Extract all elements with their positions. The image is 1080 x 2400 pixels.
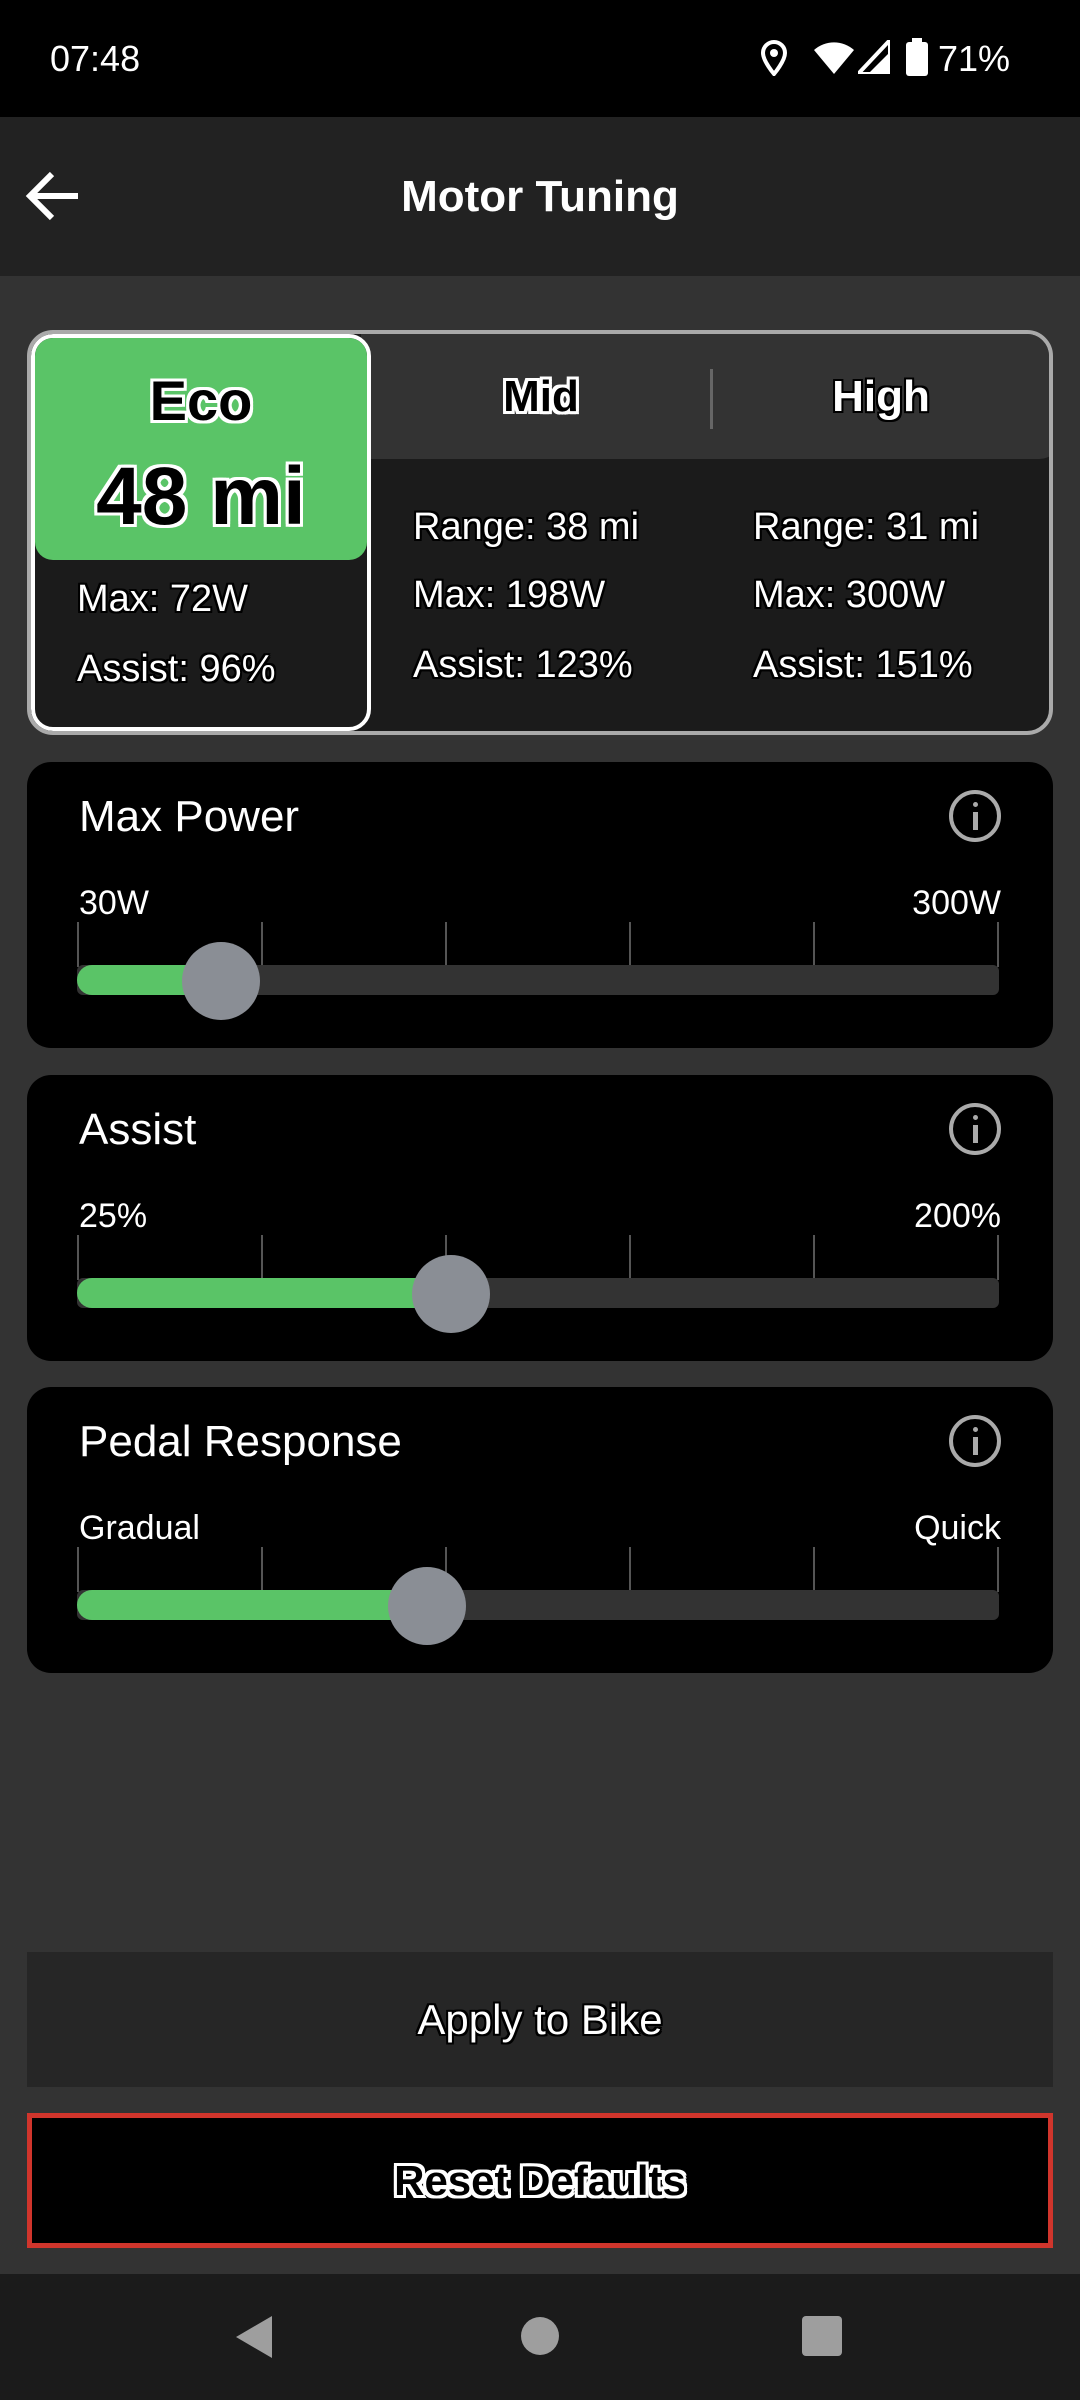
assist-card: Assist 25% 200% bbox=[27, 1075, 1053, 1361]
slider-tick bbox=[629, 1547, 631, 1592]
nav-back-icon[interactable] bbox=[234, 2314, 274, 2360]
slider-tick bbox=[77, 1235, 79, 1280]
slider-track[interactable] bbox=[77, 1278, 999, 1308]
mode-selector: Eco 48 mi Max: 72W Assist: 96% Mid Range… bbox=[27, 330, 1053, 735]
mode-high[interactable]: High Range: 31 mi Max: 300W Assist: 151% bbox=[711, 334, 1049, 731]
mode-assist: Assist: 96% bbox=[77, 648, 276, 690]
slider-tick bbox=[629, 1235, 631, 1280]
slider-tick bbox=[813, 922, 815, 967]
slider-tick bbox=[261, 922, 263, 967]
mode-range: Range: 38 mi bbox=[413, 506, 640, 548]
mode-label: High bbox=[832, 372, 930, 421]
info-icon[interactable] bbox=[949, 790, 1001, 842]
slider-title: Pedal Response bbox=[79, 1417, 402, 1466]
wifi-icon bbox=[814, 42, 854, 74]
slider-title: Max Power bbox=[79, 792, 300, 841]
slider-thumb[interactable] bbox=[388, 1567, 467, 1645]
location-icon bbox=[760, 40, 788, 76]
mode-max: Max: 300W bbox=[753, 574, 946, 616]
reset-defaults-button[interactable]: Reset Defaults bbox=[27, 2113, 1053, 2248]
mode-max: Max: 72W bbox=[77, 578, 249, 620]
info-icon[interactable] bbox=[949, 1103, 1001, 1155]
apply-to-bike-button[interactable]: Apply to Bike bbox=[27, 1952, 1053, 2087]
slider-min-label: 25% bbox=[79, 1197, 148, 1235]
slider-title: Assist bbox=[79, 1105, 197, 1154]
slider-track[interactable] bbox=[77, 1590, 999, 1620]
navigation-bar bbox=[0, 2274, 1080, 2400]
signal-icon bbox=[858, 40, 890, 74]
slider-tick bbox=[997, 1235, 999, 1280]
slider-tick bbox=[813, 1235, 815, 1280]
slider-tick bbox=[261, 1547, 263, 1592]
slider-tick bbox=[77, 922, 79, 967]
mode-assist: Assist: 151% bbox=[753, 644, 973, 686]
nav-recents-icon[interactable] bbox=[802, 2316, 842, 2356]
slider-tick bbox=[261, 1235, 263, 1280]
slider-tick bbox=[997, 922, 999, 967]
mode-mid[interactable]: Mid Range: 38 mi Max: 198W Assist: 123% bbox=[371, 334, 711, 731]
status-time: 07:48 bbox=[50, 38, 141, 79]
nav-home-icon[interactable] bbox=[520, 2316, 560, 2356]
slider-min-label: Gradual bbox=[79, 1509, 200, 1547]
battery-icon bbox=[906, 38, 928, 76]
mode-max: Max: 198W bbox=[413, 574, 606, 616]
slider-max-label: 200% bbox=[914, 1197, 1001, 1235]
slider-tick bbox=[445, 922, 447, 967]
mode-range: Range: 31 mi bbox=[753, 506, 980, 548]
pedal-response-card: Pedal Response Gradual Quick bbox=[27, 1387, 1053, 1673]
mode-label: Eco bbox=[149, 369, 253, 432]
page-title: Motor Tuning bbox=[401, 172, 679, 221]
mode-range: 48 mi bbox=[96, 451, 306, 542]
mode-eco[interactable]: Eco 48 mi Max: 72W Assist: 96% bbox=[31, 334, 371, 731]
app-bar: Motor Tuning bbox=[0, 117, 1080, 276]
slider-fill bbox=[77, 1590, 428, 1620]
slider-fill bbox=[77, 1278, 452, 1308]
max-power-card: Max Power 30W 300W bbox=[27, 762, 1053, 1048]
battery-percent: 71% bbox=[938, 38, 1011, 79]
slider-thumb[interactable] bbox=[181, 942, 260, 1020]
slider-thumb[interactable] bbox=[412, 1255, 491, 1333]
status-bar: 07:48 71% bbox=[0, 0, 1080, 117]
slider-tick bbox=[813, 1547, 815, 1592]
slider-min-label: 30W bbox=[79, 884, 149, 922]
slider-tick bbox=[629, 922, 631, 967]
info-icon[interactable] bbox=[949, 1415, 1001, 1467]
mode-label: Mid bbox=[503, 372, 579, 421]
slider-tick bbox=[997, 1547, 999, 1592]
slider-tick bbox=[77, 1547, 79, 1592]
slider-max-label: 300W bbox=[912, 884, 1001, 922]
slider-max-label: Quick bbox=[914, 1509, 1001, 1547]
mode-assist: Assist: 123% bbox=[413, 644, 633, 686]
